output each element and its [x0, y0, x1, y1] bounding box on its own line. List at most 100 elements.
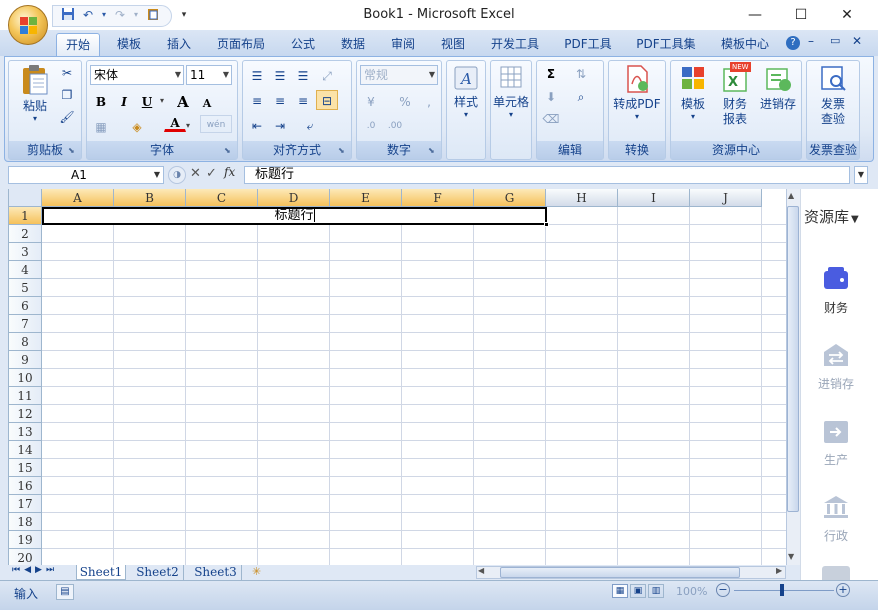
column-header[interactable]: G — [474, 189, 546, 207]
column-header[interactable]: H — [546, 189, 618, 207]
sheet-tab-sheet2[interactable]: Sheet2 — [132, 565, 184, 580]
align-middle-icon[interactable]: ☰ — [269, 65, 291, 85]
resource-item-admin[interactable]: 行政 — [800, 492, 872, 544]
resource-item-more[interactable] — [822, 566, 850, 580]
column-header[interactable]: E — [330, 189, 402, 207]
tab-page-layout[interactable]: 页面布局 — [208, 33, 274, 56]
select-all-corner[interactable] — [9, 189, 42, 207]
help-icon[interactable]: ? — [786, 36, 800, 50]
copy-icon[interactable]: ❐ — [56, 84, 78, 104]
zoom-out-icon[interactable]: − — [716, 583, 730, 597]
column-header[interactable]: D — [258, 189, 330, 207]
borders-icon[interactable]: ▦ — [90, 116, 112, 136]
formula-expand-icon[interactable]: ◑ — [168, 166, 186, 184]
wrap-text-icon[interactable]: ⤶ — [296, 115, 324, 135]
normal-view-icon[interactable]: ▦ — [612, 584, 628, 598]
column-header[interactable]: J — [690, 189, 762, 207]
worksheet-grid[interactable]: ABCDEFGHIJ 1 2 3 4 5 6 7 8 9 10 11 12 13 14 15 16 17 18 19… — [8, 189, 786, 565]
tab-developer[interactable]: 开发工具 — [482, 33, 548, 56]
tab-review[interactable]: 审阅 — [382, 33, 424, 56]
dialog-launcher-icon[interactable]: ⬊ — [224, 146, 234, 156]
row-header[interactable]: 3 — [9, 243, 42, 261]
row-header[interactable]: 14 — [9, 441, 42, 459]
cut-icon[interactable]: ✂ — [56, 62, 78, 82]
macro-record-icon[interactable]: ▤ — [56, 584, 74, 600]
resource-item-finance[interactable]: 财务 — [800, 264, 872, 316]
page-layout-view-icon[interactable]: ▣ — [630, 584, 646, 598]
fill-handle[interactable] — [544, 222, 549, 227]
insert-sheet-icon[interactable]: ✳ — [252, 565, 261, 578]
row-header[interactable]: 5 — [9, 279, 42, 297]
row-header[interactable]: 17 — [9, 495, 42, 513]
scroll-up-icon[interactable]: ▲ — [788, 191, 794, 200]
zoom-slider-thumb[interactable] — [780, 584, 784, 596]
row-header[interactable]: 6 — [9, 297, 42, 315]
autosum-button[interactable]: Σ — [540, 63, 562, 83]
finance-report-button[interactable]: NEW X 财务 报表 — [716, 62, 754, 138]
decrease-indent-icon[interactable]: ⇤ — [246, 115, 268, 135]
font-color-button[interactable]: A — [164, 114, 186, 132]
minimize-button[interactable]: — — [740, 4, 770, 26]
cell-a1-merged[interactable]: 标题行 — [42, 207, 547, 225]
resource-item-inventory[interactable]: 进销存 — [800, 340, 872, 392]
align-left-icon[interactable]: ≡ — [246, 90, 268, 110]
scroll-right-icon[interactable]: ▶ — [776, 566, 782, 575]
paste-button[interactable]: 粘贴 ▾ — [20, 64, 50, 123]
row-header[interactable]: 18 — [9, 513, 42, 531]
row-header[interactable]: 15 — [9, 459, 42, 477]
dialog-launcher-icon[interactable]: ⬊ — [428, 146, 438, 156]
scroll-left-icon[interactable]: ◀ — [478, 566, 484, 575]
currency-icon[interactable]: ¥ — [360, 91, 382, 111]
tab-insert[interactable]: 插入 — [158, 33, 200, 56]
comma-style-icon[interactable]: , — [418, 91, 440, 111]
sheet-tab-sheet1[interactable]: Sheet1 — [76, 565, 126, 580]
page-break-view-icon[interactable]: ▥ — [648, 584, 664, 598]
find-select-icon[interactable]: ⌕ — [570, 86, 592, 106]
shrink-font-button[interactable]: A — [196, 93, 218, 113]
tab-data[interactable]: 数据 — [332, 33, 374, 56]
styles-button[interactable]: A 样式 ▾ — [448, 64, 484, 136]
convert-to-pdf-button[interactable]: 转成PDF ▾ — [608, 64, 666, 136]
column-header[interactable]: I — [618, 189, 690, 207]
tab-templates[interactable]: 模板 — [108, 33, 150, 56]
align-bottom-icon[interactable]: ☰ — [292, 65, 314, 85]
align-top-icon[interactable]: ☰ — [246, 65, 268, 85]
align-center-icon[interactable]: ≡ — [269, 90, 291, 110]
tab-template-center[interactable]: 模板中心 — [712, 33, 778, 56]
merge-center-icon[interactable]: ⊟ — [316, 90, 338, 110]
ribbon-restore-button[interactable]: ▭ — [830, 34, 840, 47]
column-header[interactable]: B — [114, 189, 186, 207]
tab-view[interactable]: 视图 — [432, 33, 474, 56]
underline-dropdown-icon[interactable]: ▾ — [160, 96, 164, 105]
tab-formulas[interactable]: 公式 — [282, 33, 324, 56]
resource-panel-title[interactable]: 资源库 ▼ — [804, 206, 859, 227]
template-button[interactable]: 模板 ▾ — [674, 64, 712, 136]
decrease-decimal-icon[interactable]: .00 — [384, 115, 406, 135]
cancel-icon[interactable]: ✕ — [190, 166, 201, 181]
row-header[interactable]: 12 — [9, 405, 42, 423]
column-header[interactable]: A — [42, 189, 114, 207]
row-header[interactable]: 4 — [9, 261, 42, 279]
tab-home[interactable]: 开始 — [56, 33, 100, 56]
percent-button[interactable]: % — [394, 91, 416, 111]
font-color-dropdown-icon[interactable]: ▾ — [186, 121, 190, 130]
clear-icon[interactable]: ⌫ — [540, 108, 562, 128]
sheet-nav-icons[interactable]: ⏮◀▶⏭ — [12, 565, 58, 575]
increase-indent-icon[interactable]: ⇥ — [269, 115, 291, 135]
grow-font-button[interactable]: A — [172, 91, 194, 111]
zoom-in-icon[interactable]: + — [836, 583, 850, 597]
insert-function-icon[interactable]: fx — [224, 165, 235, 179]
row-header[interactable]: 11 — [9, 387, 42, 405]
tab-pdf-tools[interactable]: PDF工具 — [556, 33, 620, 56]
scroll-down-icon[interactable]: ▼ — [788, 552, 794, 561]
underline-button[interactable]: U — [136, 91, 158, 111]
zoom-level[interactable]: 100% — [676, 585, 707, 598]
row-header[interactable]: 2 — [9, 225, 42, 243]
office-button[interactable] — [8, 5, 48, 45]
cells-button[interactable]: 单元格 ▾ — [490, 64, 532, 136]
ribbon-close-button[interactable]: ✕ — [852, 34, 862, 48]
resource-item-production[interactable]: 生产 — [800, 416, 872, 468]
vertical-scroll-thumb[interactable] — [787, 206, 799, 512]
column-header[interactable]: C — [186, 189, 258, 207]
italic-button[interactable]: I — [113, 91, 135, 111]
